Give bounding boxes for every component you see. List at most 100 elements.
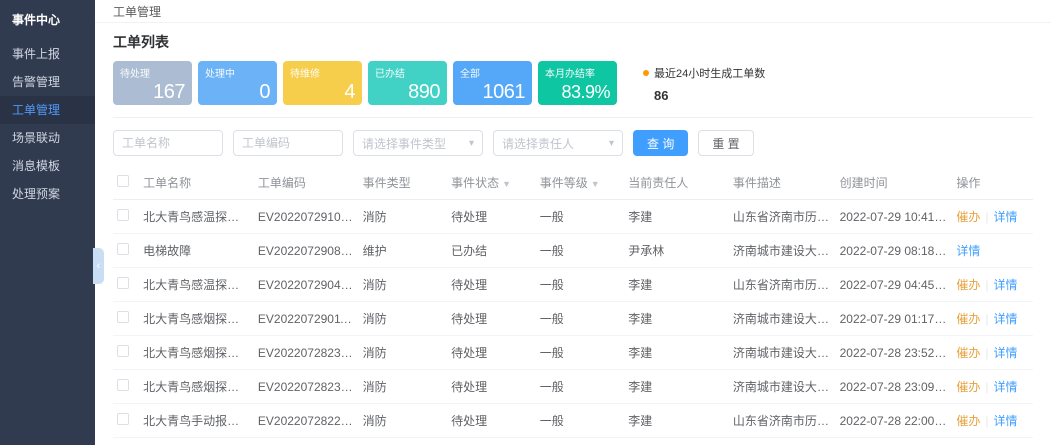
stats-row: 待处理167处理中0待维修4已办结890全部1061本月办结率83.9% 最近2… [113,61,1033,105]
row-checkbox[interactable] [117,243,129,255]
cell-owner: 李建 [624,336,729,370]
recent-stat-label: 最近24小时生成工单数 [654,65,765,81]
column-header-label: 事件类型 [363,176,411,190]
cell-order-code: EV20220728235233362 [254,336,359,370]
detail-link[interactable]: 详情 [994,414,1018,428]
action-separator: | [985,278,988,292]
cell-event-status: 已办结 [447,438,536,445]
order-name-input[interactable] [113,130,223,156]
filter-icon[interactable]: ▼ [502,179,511,189]
row-checkbox[interactable] [117,379,129,391]
sidebar-item[interactable]: 工单管理 [0,96,95,124]
action-separator: | [985,312,988,326]
cell-created-time: 2022-07-29 01:17:20 [836,302,953,336]
cell-created-time: 2022-07-28 23:52:48 [836,336,953,370]
row-checkbox[interactable] [117,277,129,289]
cell-order-name: 北大青鸟感烟探测器故障 [139,302,254,336]
row-checkbox[interactable] [117,345,129,357]
urge-link[interactable]: 催办 [956,414,980,428]
sidebar-item[interactable]: 场景联动 [0,124,95,152]
sidebar-item[interactable]: 处理预案 [0,180,95,208]
cell-event-status: 已办结 [447,234,536,268]
main-area: 工单管理 工单列表 待处理167处理中0待维修4已办结890全部1061本月办结… [95,0,1051,445]
row-checkbox[interactable] [117,413,129,425]
row-checkbox-cell [113,302,139,336]
event-type-select[interactable]: 请选择事件类型 ▾ [353,130,483,156]
row-checkbox-cell [113,200,139,234]
cell-created-time: 2022-07-29 04:45:36 [836,268,953,302]
detail-link[interactable]: 详情 [994,312,1018,326]
cell-owner: 李建 [624,200,729,234]
detail-link[interactable]: 详情 [994,380,1018,394]
column-header: 创建时间 [836,166,953,200]
cell-actions: 催办 | 详情 [952,302,1033,336]
cell-actions: 催办|详情 [952,200,1033,234]
cell-owner: 尹承林 [624,234,729,268]
urge-link[interactable]: 催办 [956,346,980,360]
row-checkbox-cell [113,438,139,445]
cell-order-name: 北大青鸟感温探测器故障 [139,200,254,234]
detail-link[interactable]: 详情 [994,346,1018,360]
table-row: 北大青鸟感温探测器故障EV20220729044522068消防待处理一般李建山… [113,268,1033,302]
action-separator: | [985,380,988,394]
column-header-label: 工单编码 [258,176,306,190]
stat-card-label: 已办结 [375,65,440,80]
cell-description: 济南城市建设大厦B3车... [729,302,836,336]
sidebar-collapse-handle[interactable]: ‹ [93,248,104,284]
stat-card-label: 本月办结率 [545,65,610,80]
table-body: 北大青鸟感温探测器故障EV20220729104130123消防待处理一般李建山… [113,200,1033,445]
stat-card: 待处理167 [113,61,192,105]
sidebar-item[interactable]: 告警管理 [0,68,95,96]
filter-icon[interactable]: ▼ [591,179,600,189]
row-checkbox[interactable] [117,311,129,323]
stat-card-value: 0 [205,82,270,102]
order-code-input[interactable] [233,130,343,156]
recent-stat-header: 最近24小时生成工单数 [643,65,765,81]
detail-link[interactable]: 详情 [994,278,1018,292]
cell-actions: 催办 | 详情 [952,404,1033,438]
urge-link[interactable]: 催办 [956,278,980,292]
detail-link[interactable]: 详情 [994,210,1018,224]
select-all-checkbox[interactable] [117,175,129,187]
search-button[interactable]: 查 询 [633,130,688,156]
breadcrumb: 工单管理 [113,3,161,20]
reset-button[interactable]: 重 置 [698,130,753,156]
sidebar-item[interactable]: 事件上报 [0,40,95,68]
divider [113,117,1033,118]
cell-order-code: EV20220728220014871 [254,404,359,438]
column-header: 事件类型 [359,166,448,200]
stat-card-value: 4 [290,82,355,102]
owner-select[interactable]: 请选择责任人 ▾ [493,130,623,156]
urge-link[interactable]: 催办 [956,380,980,394]
cell-description: 济南城市建设大厦B3车... [729,370,836,404]
cell-order-code: EV20220729081800961 [254,234,359,268]
cell-created-time: 2022-07-28 22:00:29 [836,404,953,438]
row-checkbox-cell [113,268,139,302]
cell-order-code: EV20220729104130123 [254,200,359,234]
content: 工单列表 待处理167处理中0待维修4已办结890全部1061本月办结率83.9… [95,23,1051,445]
detail-link[interactable]: 详情 [956,244,980,258]
column-header: 事件等级▼ [536,166,625,200]
row-checkbox-cell [113,404,139,438]
cell-owner: 李建 [624,370,729,404]
column-header-label: 工单名称 [143,176,191,190]
urge-link[interactable]: 催办 [956,312,980,326]
cell-created-time: 2022-07-28 21:09:18 [836,438,953,445]
cell-event-level: 一般 [536,336,625,370]
sidebar-nav: 事件上报告警管理工单管理场景联动消息模板处理预案 [0,40,95,208]
cell-description: 济南城市建设大厦消防保... [729,438,836,445]
action-separator: | [985,414,988,428]
stat-card-label: 处理中 [205,65,270,80]
sidebar-item[interactable]: 消息模板 [0,152,95,180]
column-header-label: 事件等级 [540,176,588,190]
chevron-down-icon: ▾ [469,138,474,149]
cell-description: 山东省济南市历下区济南... [729,404,836,438]
row-checkbox[interactable] [117,209,129,221]
column-header-label: 创建时间 [840,176,888,190]
urge-link[interactable]: 催办 [956,210,980,224]
cell-actions: 催办 | 详情 [952,370,1033,404]
cell-owner: 李建 [624,302,729,336]
cell-order-name: 电梯故障 [139,234,254,268]
column-header: 工单编码 [254,166,359,200]
event-type-select-placeholder: 请选择事件类型 [362,135,446,152]
